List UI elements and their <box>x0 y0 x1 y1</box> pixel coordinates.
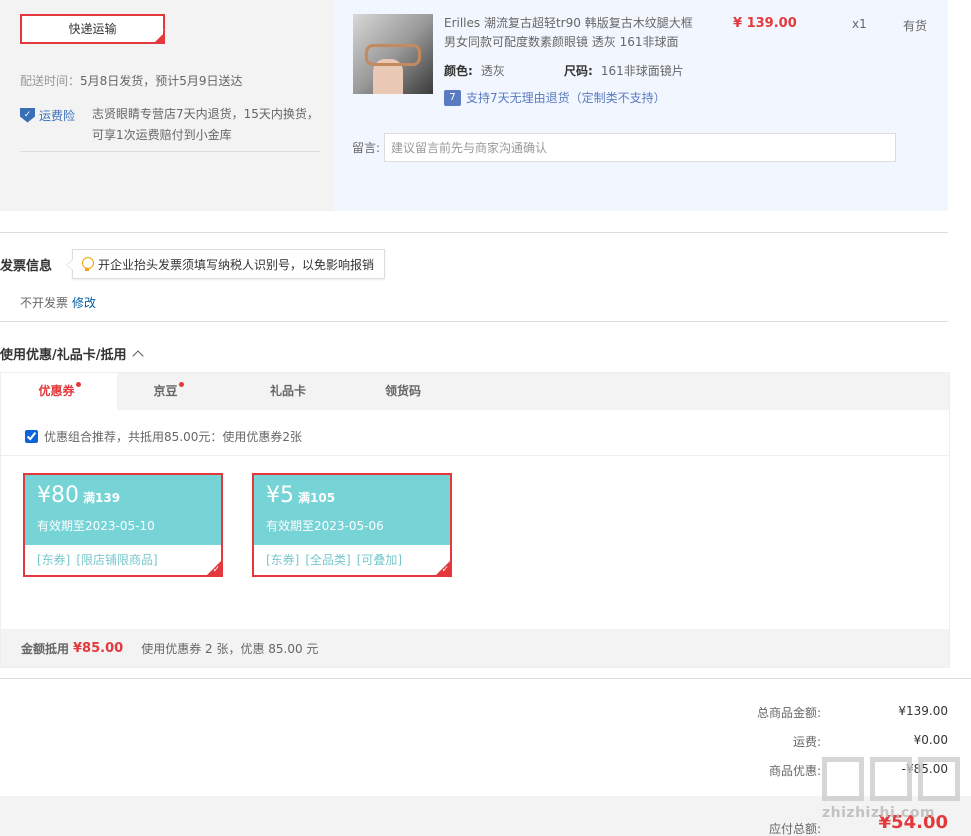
check-icon: ✓ <box>212 565 220 575</box>
tab-label: 领货码 <box>384 384 421 398</box>
invoice-status: 不开发票 修改 <box>20 294 96 311</box>
product-color-value: 透灰 <box>480 64 505 78</box>
discount-title: 使用优惠/礼品卡/抵用 <box>0 348 127 363</box>
coupon-header: ¥80 满139 有效期至2023-05-10 <box>25 475 221 545</box>
coupon-amount: ¥80 <box>37 483 79 508</box>
payable-label: 应付总额: <box>768 822 821 836</box>
divider <box>0 232 948 233</box>
product-size-value: 161非球面镜片 <box>600 64 684 78</box>
shield-icon: ✓ <box>20 107 35 123</box>
product-price: ¥ 139.00 <box>733 16 797 31</box>
freight-total-label: 运费: <box>792 735 821 749</box>
freight-insurance: ✓ 运费险 志贤眼睛专营店7天内退货，15天内换货，可享1次运费赔付到小金库 <box>20 104 320 152</box>
shipping-method-label: 快递运输 <box>68 22 117 36</box>
check-icon: ✓ <box>441 565 449 575</box>
delivery-time-value: 5月8日发货，预计5月9日送达 <box>80 74 243 88</box>
invoice-status-value: 不开发票 <box>20 296 69 310</box>
freight-insurance-desc: 志贤眼睛专营店7天内退货，15天内换货，可享1次运费赔付到小金库 <box>92 107 319 142</box>
product-image-glasses <box>365 44 421 66</box>
discount-panel: 优惠券 京豆 礼品卡 领货码 优惠组合推荐，共抵用85.00元：使用优惠券2张 … <box>0 372 950 668</box>
tab-pickup-code[interactable]: 领货码 <box>345 373 461 410</box>
message-input[interactable] <box>384 133 896 162</box>
lightbulb-icon <box>81 257 94 271</box>
goods-total-value: ¥139.00 <box>898 704 948 718</box>
watermark-glyph <box>822 757 864 801</box>
coupon-amount-row: ¥5 满105 <box>266 483 335 508</box>
invoice-tooltip: 开企业抬头发票须填写纳税人识别号，以免影响报销 <box>66 249 385 279</box>
invoice-title: 发票信息 <box>0 259 53 274</box>
invoice-edit-link[interactable]: 修改 <box>72 296 96 310</box>
discount-summary-desc: 使用优惠券 2 张，优惠 85.00 元 <box>141 641 319 656</box>
coupon-tag: [可叠加] <box>356 553 403 567</box>
discount-summary-amount: ¥85.00 <box>73 640 124 656</box>
coupon-condition: 满139 <box>83 491 121 505</box>
coupon-condition: 满105 <box>298 491 336 505</box>
product-image[interactable] <box>353 14 433 94</box>
divider <box>0 321 948 322</box>
coupon-card[interactable]: ¥5 满105 有效期至2023-05-06 [东券] [全品类] [可叠加] ✓ <box>252 473 452 577</box>
product-color-label: 颜色: <box>444 64 473 78</box>
combo-recommendation[interactable]: 优惠组合推荐，共抵用85.00元：使用优惠券2张 <box>25 428 302 445</box>
discount-summary: 金额抵用 ¥85.00 使用优惠券 2 张，优惠 85.00 元 <box>1 629 949 667</box>
tab-gift-card[interactable]: 礼品卡 <box>230 373 346 410</box>
notification-dot <box>75 382 81 387</box>
checkout-page: 快递运输 配送时间：5月8日发货，预计5月9日送达 ✓ 运费险 志贤眼睛专营店7… <box>0 0 971 836</box>
payable-value: ¥54.00 <box>878 812 948 833</box>
message-label: 留言: <box>352 141 381 155</box>
coupon-tag: [限店铺限商品] <box>76 553 158 567</box>
discount-total-value: -¥85.00 <box>901 762 948 776</box>
coupon-card[interactable]: ¥80 满139 有效期至2023-05-10 [东券] [限店铺限商品] ✓ <box>23 473 223 577</box>
tab-jingdou[interactable]: 京豆 <box>110 373 226 410</box>
coupon-tags: [东券] [全品类] [可叠加] <box>266 551 408 568</box>
coupon-tag: [东券] <box>266 553 300 567</box>
divider <box>1 455 949 456</box>
discount-section-toggle[interactable]: 使用优惠/礼品卡/抵用 <box>0 344 144 363</box>
coupon-tag: [东券] <box>37 553 71 567</box>
goods-total-label: 总商品金额: <box>756 706 821 720</box>
product-size: 尺码: 161非球面镜片 <box>564 62 684 79</box>
notification-dot <box>178 382 184 387</box>
coupon-expiry: 有效期至2023-05-10 <box>37 519 155 533</box>
tab-coupons[interactable]: 优惠券 <box>1 373 117 410</box>
coupon-amount-row: ¥80 满139 <box>37 483 120 508</box>
coupon-header: ¥5 满105 有效期至2023-05-06 <box>254 475 450 545</box>
combo-checkbox[interactable] <box>25 430 38 443</box>
coupon-amount: ¥5 <box>266 483 294 508</box>
chevron-up-icon <box>131 349 144 362</box>
discount-total-label: 商品优惠: <box>768 764 821 778</box>
invoice-tip-text: 开企业抬头发票须填写纳税人识别号，以免影响报销 <box>98 257 375 272</box>
freight-insurance-label: 运费险 <box>39 108 76 123</box>
seven-day-return-icon: 7 <box>444 89 461 106</box>
tab-label: 礼品卡 <box>269 384 306 398</box>
delivery-time-label: 配送时间： <box>20 74 81 88</box>
product-quantity: x1 <box>852 17 867 31</box>
selected-check-icon <box>153 19 165 45</box>
tab-label: 京豆 <box>153 384 178 398</box>
return-policy: 7 支持7天无理由退货（定制类不支持） <box>444 89 666 106</box>
coupon-expiry: 有效期至2023-05-06 <box>266 519 384 533</box>
product-size-label: 尺码: <box>564 64 593 78</box>
product-stock: 有货 <box>903 19 928 33</box>
discount-summary-label: 金额抵用 <box>21 641 70 656</box>
discount-tabs: 优惠券 京豆 礼品卡 领货码 <box>1 373 949 410</box>
coupon-tags: [东券] [限店铺限商品] <box>37 551 164 568</box>
shipping-method-button[interactable]: 快递运输 <box>20 14 165 45</box>
tab-label: 优惠券 <box>38 384 75 398</box>
freight-total-value: ¥0.00 <box>913 733 948 747</box>
freight-insurance-badge[interactable]: ✓ 运费险 <box>20 107 75 123</box>
return-policy-text: 支持7天无理由退货（定制类不支持） <box>466 91 666 105</box>
product-color: 颜色: 透灰 <box>444 62 505 79</box>
coupon-tag: [全品类] <box>305 553 351 567</box>
combo-text: 优惠组合推荐，共抵用85.00元：使用优惠券2张 <box>44 430 302 444</box>
product-title[interactable]: Erilles 潮流复古超轻tr90 韩版复古木纹腿大框男女同款可配度数素颜眼镜… <box>444 14 694 52</box>
divider <box>0 678 971 679</box>
delivery-time: 配送时间：5月8日发货，预计5月9日送达 <box>20 72 243 89</box>
payable-bar <box>0 796 971 836</box>
